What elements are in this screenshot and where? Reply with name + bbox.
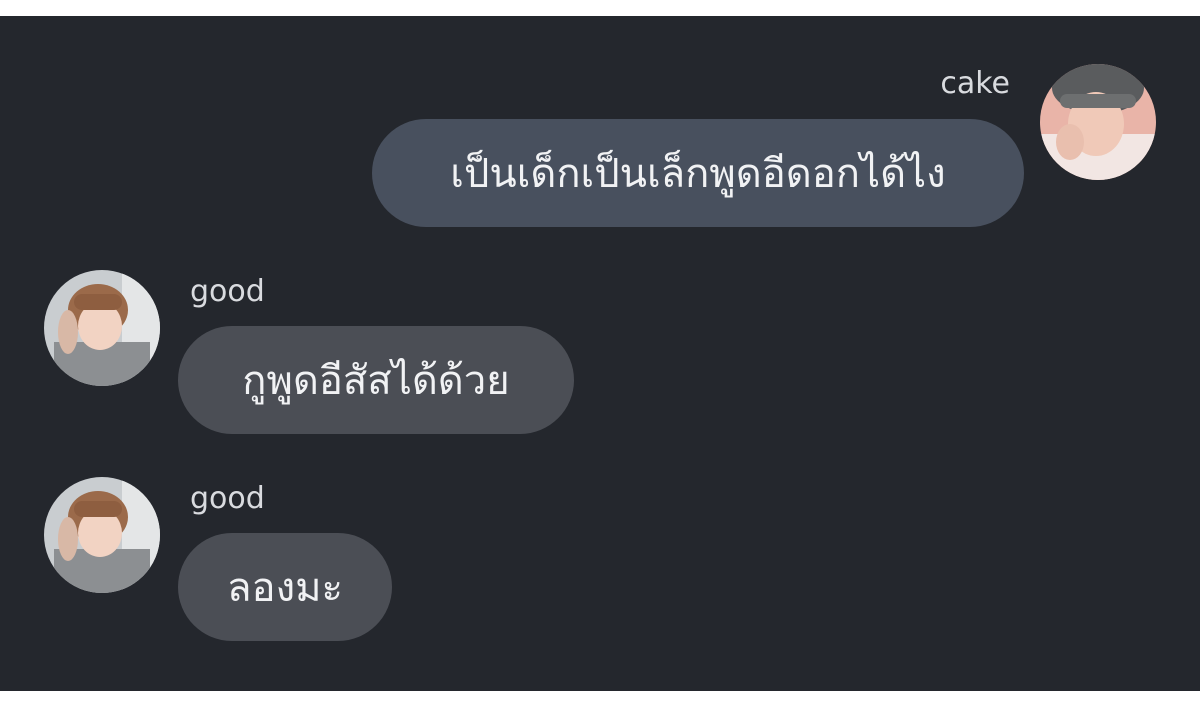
message-bubble[interactable]: กูพูดอีสัสได้ด้วย <box>178 326 574 434</box>
message-incoming: good กูพูดอีสัสได้ด้วย <box>0 266 1200 446</box>
user-avatar-icon[interactable] <box>44 270 160 386</box>
message-text: กูพูดอีสัสได้ด้วย <box>242 358 510 404</box>
sender-name: good <box>190 274 265 309</box>
message-text: ลองมะ <box>227 565 343 611</box>
chat-thread: cake เป็นเด็กเป็นเล็กพูดอีดอกได้ไง good … <box>0 16 1200 691</box>
sender-name: cake <box>940 66 1010 101</box>
message-bubble[interactable]: ลองมะ <box>178 533 392 641</box>
message-outgoing: cake เป็นเด็กเป็นเล็กพูดอีดอกได้ไง <box>0 16 1200 246</box>
user-avatar-icon[interactable] <box>1040 64 1156 180</box>
sender-name: good <box>190 481 265 516</box>
message-text: เป็นเด็กเป็นเล็กพูดอีดอกได้ไง <box>450 151 946 197</box>
user-avatar-icon[interactable] <box>44 477 160 593</box>
message-incoming: good ลองมะ <box>0 473 1200 653</box>
message-bubble[interactable]: เป็นเด็กเป็นเล็กพูดอีดอกได้ไง <box>372 119 1024 227</box>
